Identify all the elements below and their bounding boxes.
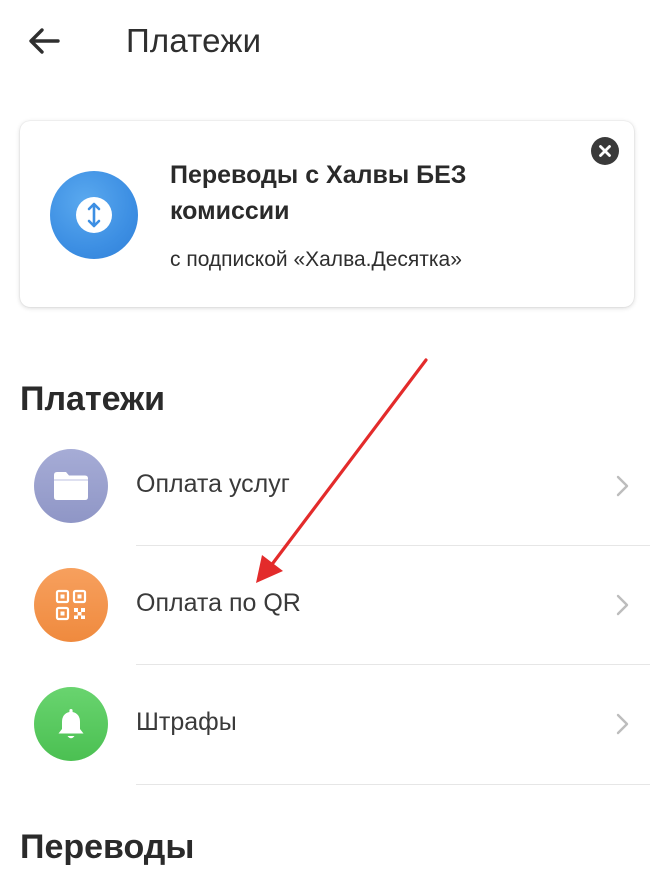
bell-icon-circle [34,687,108,761]
list-item-qr-payment[interactable]: Оплата по QR [0,546,650,664]
list-item-label: Оплата по QR [136,589,301,617]
promo-banner[interactable]: Переводы с Халвы БЕЗ комиссии с подписко… [20,121,634,307]
divider [136,784,650,785]
promo-subtitle: с подпиской «Халва.Десятка» [170,248,462,271]
list-item-label: Оплата услуг [136,470,290,498]
folder-icon-circle [34,449,108,523]
list-item-label: Штрафы [136,708,237,736]
back-button[interactable] [22,20,66,64]
folder-icon [54,472,88,500]
list-item-fines[interactable]: Штрафы [0,665,650,783]
promo-icon [50,171,138,259]
transfer-arrows-icon [87,202,101,228]
close-icon [599,145,611,157]
section-title-payments: Платежи [20,380,166,418]
bell-icon [58,709,84,739]
list-item-services[interactable]: Оплата услуг [0,427,650,545]
arrow-left-icon [29,28,60,54]
chevron-right-icon [616,713,629,735]
close-button[interactable] [591,137,619,165]
page-title: Платежи [126,22,262,59]
chevron-right-icon [616,594,629,616]
section-title-transfers: Переводы [20,828,195,866]
promo-title: Переводы с Халвы БЕЗ комиссии [170,161,467,225]
qr-icon-circle [34,568,108,642]
top-bar: Платежи [0,0,650,86]
qr-code-icon [55,589,87,621]
chevron-right-icon [616,475,629,497]
